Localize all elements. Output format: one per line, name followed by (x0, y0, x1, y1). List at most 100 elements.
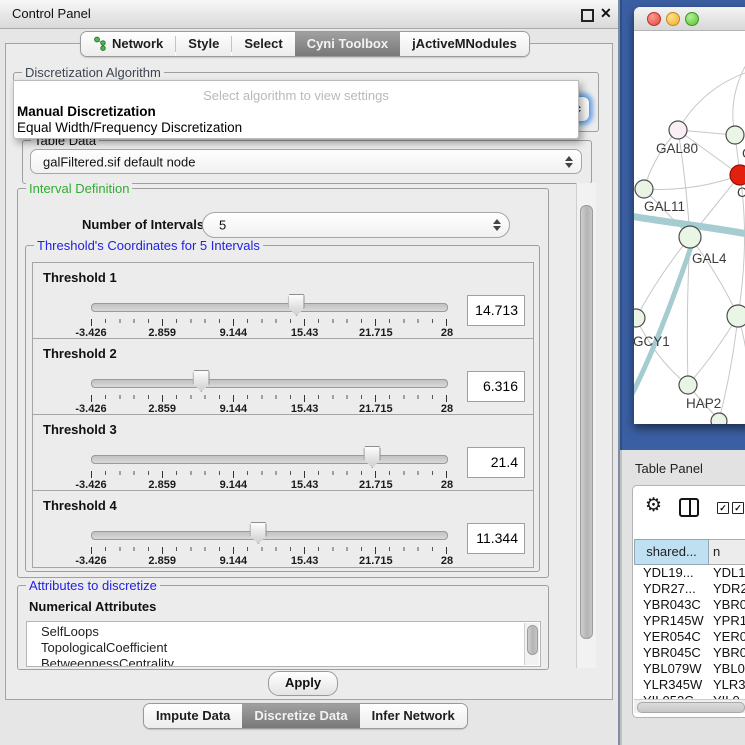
zoom-traffic-light-icon[interactable] (685, 12, 699, 26)
threshold-2-thumb[interactable] (193, 370, 210, 392)
table-card: ⚙ ✓ ✓ shared... n YDL19...YDL1 YDR27...Y… (632, 485, 745, 718)
cell: YDR27... (634, 581, 713, 597)
table-row[interactable]: YBR045CYBR0 (634, 645, 745, 661)
threshold-3-slider[interactable]: -3.426 2.859 9.144 15.43 21.715 28 (91, 449, 447, 489)
cell: YPR145W (634, 613, 713, 629)
node-ga[interactable] (726, 126, 744, 144)
tab-network[interactable]: Network (81, 32, 175, 56)
threshold-4-thumb[interactable] (250, 522, 267, 544)
list-item[interactable]: SelfLoops (27, 622, 540, 640)
table-row[interactable]: YLR345WYLR3 (634, 677, 745, 693)
tab-network-label: Network (112, 36, 163, 51)
list-item[interactable]: TopologicalCoefficient (27, 640, 540, 656)
panel-title: Control Panel (12, 6, 91, 21)
cell: YBR045C (634, 645, 713, 661)
threshold-1-thumb[interactable] (288, 294, 305, 316)
table-row[interactable]: YBR043CYBR0 (634, 597, 745, 613)
column-header-shared[interactable]: shared... (634, 539, 709, 565)
settings-scrollbar[interactable] (576, 183, 596, 668)
node-gcy1[interactable] (634, 309, 645, 327)
algorithm-dropdown-popup: Select algorithm to view settings Manual… (13, 80, 579, 139)
columns-icon[interactable] (679, 498, 699, 517)
checkbox-icon[interactable]: ✓ (732, 502, 744, 514)
node-gal80[interactable] (669, 121, 687, 139)
table-data-value: galFiltered.sif default node (43, 154, 195, 169)
tab-cyni-toolbox-label: Cyni Toolbox (307, 36, 388, 51)
threshold-4-value-field[interactable]: 11.344 (467, 523, 525, 554)
network-canvas[interactable]: GAL80 GA C GAL11 GAL4 GCY1 H HAP2 (634, 30, 745, 424)
attributes-scrollbar[interactable] (524, 623, 539, 665)
scale-label: 21.715 (359, 555, 393, 567)
control-panel: Control Panel ✕ Network Style (0, 0, 620, 745)
cell: YBR043C (634, 597, 713, 613)
threshold-2-slider[interactable]: -3.426 2.859 9.144 15.43 21.715 28 (91, 373, 447, 413)
slider-track[interactable] (91, 455, 448, 464)
column-header-name[interactable]: n (709, 539, 745, 565)
node-red[interactable] (730, 165, 745, 185)
dropdown-item-manual-discretization[interactable]: Manual Discretization (17, 104, 156, 119)
slider-track[interactable] (91, 531, 448, 540)
tab-select[interactable]: Select (232, 32, 294, 56)
table-body: YDL19...YDL1 YDR27...YDR2 YBR043CYBR0 YP… (634, 565, 745, 699)
table-row[interactable]: YPR145WYPR1 (634, 613, 745, 629)
slider-track[interactable] (91, 303, 448, 312)
combo-arrows-icon (493, 219, 501, 231)
node-gal11[interactable] (635, 180, 653, 198)
node-gal4[interactable] (679, 226, 701, 248)
float-window-icon[interactable] (581, 9, 594, 22)
dropdown-item-equal-width[interactable]: Equal Width/Frequency Discretization (17, 120, 242, 135)
threshold-4-slider[interactable]: -3.426 2.859 9.144 15.43 21.715 28 (91, 525, 447, 565)
tab-jactivemnodules-label: jActiveMNodules (412, 36, 517, 51)
combo-arrows-icon (565, 156, 573, 168)
cell: YBL079W (634, 661, 713, 677)
minimize-traffic-light-icon[interactable] (666, 12, 680, 26)
threshold-1-slider[interactable]: -3.426 2.859 9.144 15.43 21.715 28 (91, 297, 447, 337)
slider-ticks (91, 395, 447, 402)
threshold-3-value-field[interactable]: 21.4 (467, 447, 525, 478)
tab-style[interactable]: Style (176, 32, 231, 56)
threshold-3-thumb[interactable] (364, 446, 381, 468)
table-data-combobox[interactable]: galFiltered.sif default node (30, 149, 582, 174)
table-row[interactable]: YDL19...YDL1 (634, 565, 745, 581)
screen: Control Panel ✕ Network Style (0, 0, 745, 745)
attributes-scrollbar-thumb[interactable] (527, 625, 538, 655)
threshold-3-label: Threshold 3 (43, 422, 117, 437)
network-view-window[interactable]: GAL80 GA C GAL11 GAL4 GCY1 H HAP2 (634, 7, 745, 424)
tab-select-label: Select (244, 36, 282, 51)
settings-scrollbar-thumb[interactable] (580, 205, 593, 639)
number-of-intervals-value: 5 (219, 218, 226, 233)
node-partial[interactable] (711, 413, 727, 424)
table-row[interactable]: YER054CYER0 (634, 629, 745, 645)
slider-track[interactable] (91, 379, 448, 388)
numerical-attributes-label: Numerical Attributes (29, 599, 156, 614)
tab-impute-data[interactable]: Impute Data (144, 704, 242, 728)
apply-button[interactable]: Apply (268, 671, 338, 696)
network-window-titlebar[interactable] (634, 7, 745, 31)
list-item[interactable]: BetweennessCentrality (27, 656, 540, 667)
close-traffic-light-icon[interactable] (647, 12, 661, 26)
close-icon[interactable]: ✕ (600, 5, 612, 22)
cell: YER054C (634, 629, 713, 645)
cell: YBL0 (713, 661, 745, 677)
node-hap2[interactable] (679, 376, 697, 394)
cell: YDL1 (713, 565, 745, 581)
gear-icon[interactable]: ⚙ (645, 494, 662, 517)
threshold-2-value-field[interactable]: 6.316 (467, 371, 525, 402)
scale-label: 28 (441, 555, 453, 567)
numerical-attributes-list[interactable]: SelfLoops TopologicalCoefficient Between… (26, 621, 541, 667)
tab-jactivemnodules[interactable]: jActiveMNodules (400, 32, 529, 56)
tab-cyni-toolbox[interactable]: Cyni Toolbox (295, 32, 400, 56)
tab-discretize-data[interactable]: Discretize Data (242, 704, 359, 728)
checkbox-icon[interactable]: ✓ (717, 502, 729, 514)
node-h[interactable] (727, 305, 745, 327)
table-horizontal-scrollbar-thumb[interactable] (637, 702, 745, 713)
threshold-2-label: Threshold 2 (43, 346, 117, 361)
threshold-1-value-field[interactable]: 14.713 (467, 295, 525, 326)
number-of-intervals-combobox[interactable]: 5 (202, 212, 510, 238)
discretization-algorithm-title: Discretization Algorithm (22, 65, 164, 80)
tab-infer-network[interactable]: Infer Network (360, 704, 467, 728)
table-row[interactable]: YDR27...YDR2 (634, 581, 745, 597)
table-row[interactable]: YBL079WYBL0 (634, 661, 745, 677)
table-horizontal-scrollbar[interactable] (634, 699, 745, 713)
node-label: GCY1 (634, 334, 670, 349)
